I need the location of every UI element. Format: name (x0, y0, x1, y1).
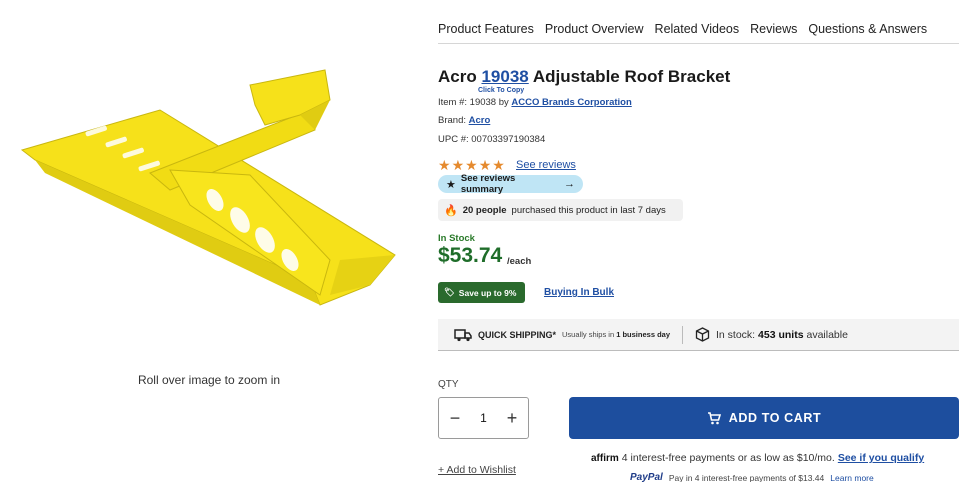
star-icon: ★ (438, 157, 451, 173)
star-filled-icon: ★ (446, 178, 456, 191)
increment-button[interactable]: + (504, 409, 520, 427)
brand-label: Brand: (438, 115, 466, 126)
product-title: Acro 19038 Adjustable Roof Bracket (438, 67, 730, 87)
tab-product-features[interactable]: Product Features (438, 22, 534, 43)
brand-link[interactable]: Acro (469, 115, 491, 126)
see-reviews-link[interactable]: See reviews (516, 159, 576, 171)
paypal-learn-more-link[interactable]: Learn more (830, 473, 873, 482)
add-to-cart-button[interactable]: ADD TO CART (569, 397, 959, 439)
affirm-text: 4 interest-free payments or as low as $1… (621, 452, 835, 464)
star-icon: ★ (478, 157, 492, 173)
affirm-financing: affirm 4 interest-free payments or as lo… (591, 452, 924, 464)
summary-label: See reviews summary (460, 173, 516, 195)
item-number-text: Item #: 19038 by (438, 97, 509, 108)
add-to-wishlist-link[interactable]: + Add to Wishlist (438, 464, 516, 476)
paypal-financing: PayPal Pay in 4 interest-free payments o… (630, 472, 874, 482)
stock-availability: In stock: 453 units available (716, 329, 848, 341)
stock-prefix: In stock: (716, 328, 756, 341)
recent-purchases-notice: 🔥 20 people purchased this product in la… (438, 199, 683, 221)
purchase-count: 20 people (462, 204, 507, 216)
quantity-stepper: − 1 + (438, 397, 529, 439)
product-image[interactable] (10, 55, 410, 355)
quantity-value[interactable]: 1 (480, 411, 487, 425)
box-check-icon (695, 327, 710, 342)
qty-label: QTY (438, 379, 459, 390)
affirm-qualify-link[interactable]: See if you qualify (838, 452, 924, 464)
quick-shipping-label: QUICK SHIPPING* (478, 329, 557, 340)
stock-suffix: available (806, 328, 848, 341)
upc-line: UPC #: 00703397190384 (438, 134, 546, 145)
price: $53.74 (438, 244, 503, 267)
cart-icon (707, 411, 721, 424)
product-image-panel: Roll over image to zoom in (0, 0, 430, 482)
item-number: Item #: 19038 by ACCO Brands Corporation (438, 97, 632, 108)
ships-in-prefix: Usually ships in (562, 330, 615, 339)
tag-icon: 🏷 (444, 287, 455, 297)
rating-stars[interactable]: ★ ★ ★ ★ ★ (438, 157, 505, 173)
price-unit: /each (507, 256, 532, 267)
brand-line: Brand: Acro (438, 115, 490, 126)
product-section-tabs: Product Features Product Overview Relate… (438, 22, 959, 44)
tab-reviews[interactable]: Reviews (750, 22, 797, 43)
save-badge-label: Save up to 9% (458, 287, 517, 298)
ships-in-days: 1 business day (616, 330, 670, 339)
see-reviews-summary-button[interactable]: ★ See reviews summary → (438, 173, 583, 195)
divider (682, 325, 683, 344)
click-to-copy-hint: Click To Copy (478, 87, 525, 94)
zoom-hint: Roll over image to zoom in (137, 373, 281, 387)
star-icon: ★ (451, 157, 465, 173)
fire-icon: 🔥 (444, 204, 458, 217)
star-icon: ★ (465, 157, 478, 173)
add-to-cart-label: ADD TO CART (728, 411, 822, 425)
arrow-right-icon: → (564, 178, 575, 190)
buying-in-bulk-link[interactable]: Buying In Bulk (544, 287, 614, 298)
tab-related-videos[interactable]: Related Videos (655, 22, 740, 43)
model-number-copy[interactable]: 19038 (481, 67, 528, 86)
purchase-text: purchased this product in last 7 days (511, 204, 666, 216)
stock-units: 453 units (758, 328, 804, 341)
tab-product-overview[interactable]: Product Overview (545, 22, 644, 43)
title-brand: Acro (438, 67, 477, 86)
shipping-info-bar: QUICK SHIPPING* Usually ships in 1 busin… (438, 319, 959, 351)
affirm-logo: affirm (591, 452, 619, 464)
ships-in-text: Usually ships in 1 business day (562, 330, 670, 339)
paypal-text: Pay in 4 interest-free payments of $13.4… (668, 472, 825, 482)
decrement-button[interactable]: − (447, 409, 463, 427)
paypal-logo: PayPal (630, 472, 663, 482)
item-brand-link[interactable]: ACCO Brands Corporation (511, 97, 631, 108)
save-badge[interactable]: 🏷 Save up to 9% (438, 282, 525, 303)
stock-status: In Stock (438, 233, 475, 244)
star-icon: ★ (492, 157, 505, 173)
title-rest: Adjustable Roof Bracket (532, 67, 731, 86)
tab-questions-answers[interactable]: Questions & Answers (808, 22, 927, 43)
truck-icon (454, 328, 472, 341)
